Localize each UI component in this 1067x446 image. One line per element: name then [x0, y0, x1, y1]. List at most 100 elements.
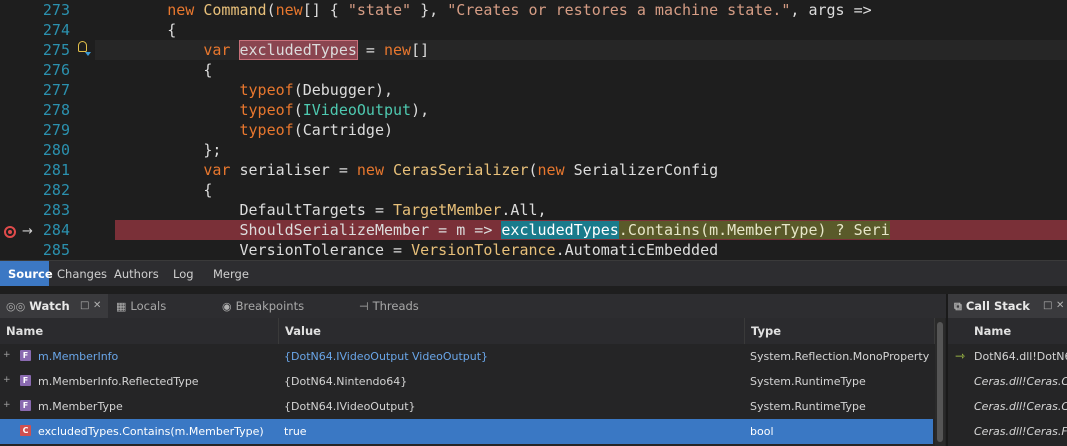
- stack-frame-label: DotN64.dll!DotN6: [974, 350, 1067, 363]
- code-line[interactable]: typeof(Debugger),: [95, 80, 1067, 100]
- line-number: 281: [42, 161, 70, 179]
- code-token: =: [356, 41, 384, 59]
- code-token: ),: [374, 81, 394, 99]
- line-number: 283: [42, 201, 70, 219]
- expand-icon[interactable]: +: [3, 376, 11, 385]
- code-line[interactable]: var serialiser = new CerasSerializer(new…: [95, 160, 1067, 180]
- watch-row[interactable]: + F m.MemberInfo.ReflectedType {DotN64.N…: [0, 369, 933, 394]
- field-icon: F: [20, 400, 31, 411]
- code-line[interactable]: new Command(new[] { "state" }, "Creates …: [95, 0, 1067, 20]
- code-token: SerializerConfig: [564, 161, 719, 179]
- method-icon: C: [20, 425, 31, 436]
- line-number-row[interactable]: 274: [0, 20, 95, 40]
- line-number-row[interactable]: 285: [0, 240, 95, 260]
- watch-scrollbar[interactable]: [935, 318, 945, 446]
- line-number-row[interactable]: 281: [0, 160, 95, 180]
- line-number-row[interactable]: 282: [0, 180, 95, 200]
- watch-name: excludedTypes.Contains(m.MemberType): [38, 425, 264, 438]
- watch-panel: ◎◎ Watch □ ✕ ▦ Locals ◉ Breakpoints ⊣ Thread…: [0, 294, 946, 446]
- line-number-gutter[interactable]: 273 274 275 276 277 278 279 280 281 282 283 284 285: [0, 0, 95, 260]
- expand-icon[interactable]: +: [3, 401, 11, 410]
- code-token: var: [203, 161, 231, 179]
- close-icon[interactable]: ✕: [1056, 294, 1064, 318]
- code-token: {: [95, 21, 177, 39]
- code-token: .Contains(m.MemberType) ? Seri: [618, 221, 890, 239]
- line-number: 278: [42, 101, 70, 119]
- stack-frame-row[interactable]: Ceras.dll!Ceras.C: [948, 394, 1067, 419]
- close-icon[interactable]: ✕: [93, 294, 101, 318]
- code-line[interactable]: DefaultTargets = TargetMember.All,: [95, 200, 1067, 220]
- code-token: serialiser =: [230, 161, 357, 179]
- scrollbar-thumb[interactable]: [937, 322, 943, 442]
- code-token: Cartridge: [302, 121, 384, 139]
- code-token: , args =>: [790, 1, 872, 19]
- line-number-row[interactable]: 273: [0, 0, 95, 20]
- stack-frame-row[interactable]: Ceras.dll!Ceras.F: [948, 419, 1067, 444]
- panel-divider[interactable]: [0, 286, 1067, 294]
- code-token: excludedTypes: [501, 221, 619, 239]
- execution-pointer-icon: →: [22, 224, 33, 239]
- tab-locals[interactable]: ▦ Locals: [110, 294, 214, 318]
- tab-source[interactable]: Source: [0, 261, 53, 287]
- tab-changes[interactable]: Changes: [49, 261, 107, 287]
- watch-name: m.MemberInfo: [38, 350, 119, 363]
- column-header-name[interactable]: Name: [0, 318, 279, 344]
- tab-log[interactable]: Log: [165, 261, 205, 287]
- line-number-row[interactable]: 278: [0, 100, 95, 120]
- tab-merge[interactable]: Merge: [205, 261, 257, 287]
- expand-icon[interactable]: +: [3, 351, 11, 360]
- code-token: new: [384, 41, 412, 59]
- line-number-row[interactable]: 276: [0, 60, 95, 80]
- breakpoint-icon: ◉: [222, 300, 232, 313]
- line-number: 282: [42, 181, 70, 199]
- tab-call-stack[interactable]: ⧉ Call Stack □ ✕: [948, 294, 1067, 318]
- code-line[interactable]: typeof(Cartridge): [95, 120, 1067, 140]
- line-number: 275: [42, 41, 70, 59]
- quick-actions-caret-icon[interactable]: [85, 52, 91, 56]
- column-header-type[interactable]: Type: [745, 318, 935, 344]
- column-header-value[interactable]: Value: [279, 318, 745, 344]
- tab-threads[interactable]: ⊣ Threads: [353, 294, 493, 318]
- code-line[interactable]: typeof(IVideoOutput),: [95, 100, 1067, 120]
- tab-breakpoints[interactable]: ◉ Breakpoints: [216, 294, 351, 318]
- line-number-row[interactable]: 283: [0, 200, 95, 220]
- field-icon: F: [20, 375, 31, 386]
- code-line[interactable]: {: [95, 60, 1067, 80]
- watch-row[interactable]: + F m.MemberType {DotN64.IVideoOutput} S…: [0, 394, 933, 419]
- code-line[interactable]: VersionTolerance = VersionTolerance.Auto…: [95, 240, 1067, 260]
- code-token: CerasSerializer: [393, 161, 529, 179]
- code-line[interactable]: {: [95, 20, 1067, 40]
- pin-icon[interactable]: □: [1043, 294, 1052, 318]
- watch-row-selected[interactable]: C excludedTypes.Contains(m.MemberType) t…: [0, 419, 933, 444]
- line-number-row[interactable]: 280: [0, 140, 95, 160]
- watch-value[interactable]: {DotN64.IVideoOutput VideoOutput}: [284, 344, 744, 369]
- column-header-name[interactable]: Name: [948, 318, 1067, 344]
- pin-icon[interactable]: □: [80, 294, 89, 318]
- code-token: "state": [347, 1, 412, 19]
- code-line[interactable]: };: [95, 140, 1067, 160]
- lightbulb-icon[interactable]: [78, 41, 87, 52]
- watch-value[interactable]: {DotN64.Nintendo64}: [284, 369, 744, 394]
- line-number-row[interactable]: 277: [0, 80, 95, 100]
- breakpoint-icon[interactable]: [4, 226, 16, 238]
- code-area[interactable]: new Command(new[] { "state" }, "Creates …: [95, 0, 1067, 260]
- stack-frame-row[interactable]: Ceras.dll!Ceras.C: [948, 369, 1067, 394]
- watch-value[interactable]: {DotN64.IVideoOutput}: [284, 394, 744, 419]
- watch-row[interactable]: + F m.MemberInfo {DotN64.IVideoOutput Vi…: [0, 344, 933, 369]
- code-line[interactable]: {: [95, 180, 1067, 200]
- tab-watch[interactable]: ◎◎ Watch □ ✕: [0, 294, 108, 318]
- stack-frame-label: Ceras.dll!Ceras.C: [974, 400, 1067, 413]
- tab-breakpoints-label: Breakpoints: [235, 299, 305, 313]
- tab-authors[interactable]: Authors: [106, 261, 165, 287]
- stack-frame-label: Ceras.dll!Ceras.F: [974, 425, 1067, 438]
- watch-value[interactable]: true: [284, 419, 744, 444]
- code-line[interactable]: var excludedTypes = new[]: [95, 40, 1067, 60]
- stack-frame-row[interactable]: ⇾ DotN64.dll!DotN6: [948, 344, 1067, 369]
- source-view-tabs: Source Changes Authors Log Merge: [0, 260, 1067, 287]
- code-line[interactable]: ShouldSerializeMember = m => excludedTyp…: [95, 220, 1067, 240]
- code-editor[interactable]: 273 274 275 276 277 278 279 280 281 282 283 284 285 …: [0, 0, 1067, 260]
- line-number-row[interactable]: 279: [0, 120, 95, 140]
- code-token: var: [203, 41, 231, 59]
